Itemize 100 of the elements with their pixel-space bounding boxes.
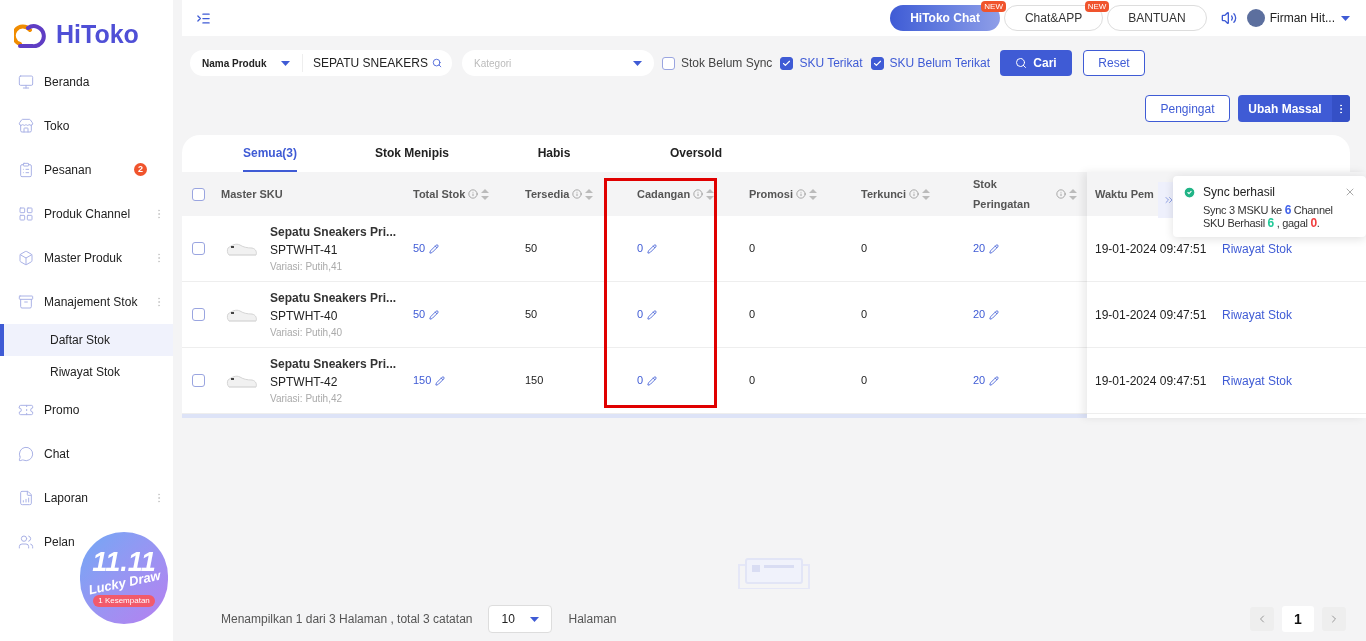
close-icon[interactable] [1344, 186, 1356, 198]
select-all-checkbox[interactable] [192, 187, 205, 201]
menu-label: Pelan [44, 533, 76, 551]
speaker-icon[interactable] [1220, 10, 1237, 26]
edit-icon[interactable] [989, 243, 1000, 254]
check-icon [782, 58, 792, 68]
previous-page-button[interactable] [1250, 607, 1274, 631]
table-cell-text: 0 [861, 307, 868, 323]
sort-icon[interactable] [706, 188, 715, 200]
table-cell-text: 0 [749, 373, 756, 389]
table-cell-text: 50 [525, 241, 538, 257]
submenu-item[interactable]: Riwayat Stok [0, 355, 173, 388]
product-name[interactable]: Sepatu Sneakers Pri... [270, 223, 397, 241]
edit-icon[interactable] [435, 375, 446, 386]
tab[interactable]: Stok Menipis [341, 135, 483, 172]
history-link[interactable]: Riwayat Stok [1222, 239, 1293, 258]
table-cell[interactable]: 20 [973, 240, 986, 257]
checkbox[interactable] [780, 56, 794, 70]
pagination-summary: Menampilkan 1 dari 3 Halaman , total 3 catatan [221, 611, 473, 628]
row-checkbox[interactable] [192, 308, 205, 321]
row-checkbox[interactable] [192, 374, 205, 387]
field-select[interactable]: Nama Produk [190, 55, 302, 71]
table-cell[interactable]: 50 [413, 240, 426, 257]
info-icon[interactable] [468, 189, 479, 199]
sku-code: SPTWHT-41 [270, 242, 339, 259]
edit-icon[interactable] [989, 309, 1000, 320]
sidebar-item[interactable]: Chat [0, 431, 173, 476]
variant-text: Variasi: Putih,40 [270, 326, 344, 340]
info-icon[interactable] [796, 189, 806, 199]
sidebar-item[interactable]: Manajement Stok [0, 279, 173, 324]
history-link[interactable]: Riwayat Stok [1222, 305, 1293, 324]
sidebar-item[interactable]: Promo [0, 387, 173, 432]
info-icon[interactable] [1056, 189, 1066, 199]
caret-icon [633, 60, 642, 66]
column-header: Total Stok [413, 186, 466, 202]
history-link[interactable]: Riwayat Stok [1222, 371, 1293, 390]
table-cell-text: 150 [525, 373, 544, 389]
table-cell[interactable]: 0 [637, 372, 644, 389]
checkbox[interactable] [870, 56, 884, 70]
sidebar-item[interactable]: Pesanan 2 [0, 147, 173, 192]
edit-icon[interactable] [647, 243, 658, 254]
reminder-button[interactable]: Pengingat [1145, 95, 1230, 122]
sidebar-item[interactable]: Beranda [0, 59, 173, 104]
table-cell[interactable]: 20 [973, 306, 986, 323]
brand-name: HiToko [56, 19, 139, 50]
success-icon [1183, 185, 1196, 199]
sku-code: SPTWHT-40 [270, 308, 339, 325]
table-cell[interactable]: 50 [413, 306, 426, 323]
row-checkbox[interactable] [192, 242, 205, 255]
new-badge: NEW [1084, 1, 1110, 12]
search-button[interactable]: Cari [1000, 50, 1072, 76]
reset-button[interactable]: Reset [1083, 50, 1145, 76]
submenu-item[interactable]: Daftar Stok [0, 323, 173, 356]
page-button[interactable]: 1 [1282, 606, 1314, 632]
search-field[interactable]: SEPATU SNEAKERS [302, 54, 452, 72]
count-badge: 2 [134, 163, 147, 176]
column-header: Terkunci [861, 186, 907, 202]
sidebar-item[interactable]: Toko [0, 103, 173, 148]
menu-label: Produk Channel [44, 205, 132, 223]
sidebar-item[interactable]: Produk Channel [0, 191, 173, 236]
search-icon[interactable] [431, 56, 442, 70]
menu-label: Beranda [44, 73, 91, 91]
checkbox-label[interactable]: Stok Belum Sync [681, 54, 773, 72]
edit-icon[interactable] [989, 375, 1000, 386]
checkbox-label[interactable]: SKU Belum Terikat [889, 54, 990, 72]
info-icon[interactable] [572, 189, 583, 199]
avatar[interactable] [1246, 9, 1265, 27]
edit-icon[interactable] [429, 243, 440, 254]
column-header: Cadangan [637, 186, 691, 202]
menu-label: Master Produk [44, 249, 124, 267]
menu-label: Chat [44, 445, 71, 463]
checkbox-label[interactable]: SKU Terikat [799, 54, 863, 72]
column-header: Waktu Pem [1094, 186, 1155, 202]
next-page-button[interactable] [1322, 607, 1346, 631]
edit-icon[interactable] [647, 375, 658, 386]
user-name[interactable]: Firman Hit... [1269, 9, 1335, 27]
info-icon[interactable] [909, 189, 920, 199]
table-cell[interactable]: 150 [413, 372, 432, 389]
check-icon [872, 58, 882, 68]
edit-icon[interactable] [647, 309, 658, 320]
table-cell[interactable]: 0 [637, 306, 644, 323]
search-icon [1015, 57, 1028, 69]
menu-label: Manajement Stok [44, 293, 139, 311]
more-button[interactable] [1332, 95, 1350, 122]
edit-icon[interactable] [429, 309, 440, 320]
tab[interactable]: Oversold [625, 135, 767, 172]
tab[interactable]: Habis [483, 135, 625, 172]
page-size-select[interactable]: 10 [488, 605, 553, 633]
menu-label: Promo [44, 401, 81, 419]
sku-code: SPTWHT-42 [270, 374, 339, 391]
caret-icon [281, 60, 290, 66]
column-header: Tersedia [525, 186, 570, 202]
sidebar-item[interactable]: Master Produk [0, 235, 173, 280]
table-cell[interactable]: 20 [973, 372, 986, 389]
sidebar-item[interactable]: Laporan [0, 475, 173, 520]
new-badge: NEW [981, 1, 1006, 12]
checkbox[interactable] [662, 56, 675, 70]
product-name[interactable]: Sepatu Sneakers Pri... [270, 355, 397, 373]
table-cell[interactable]: 0 [637, 240, 644, 257]
product-name[interactable]: Sepatu Sneakers Pri... [270, 289, 397, 307]
